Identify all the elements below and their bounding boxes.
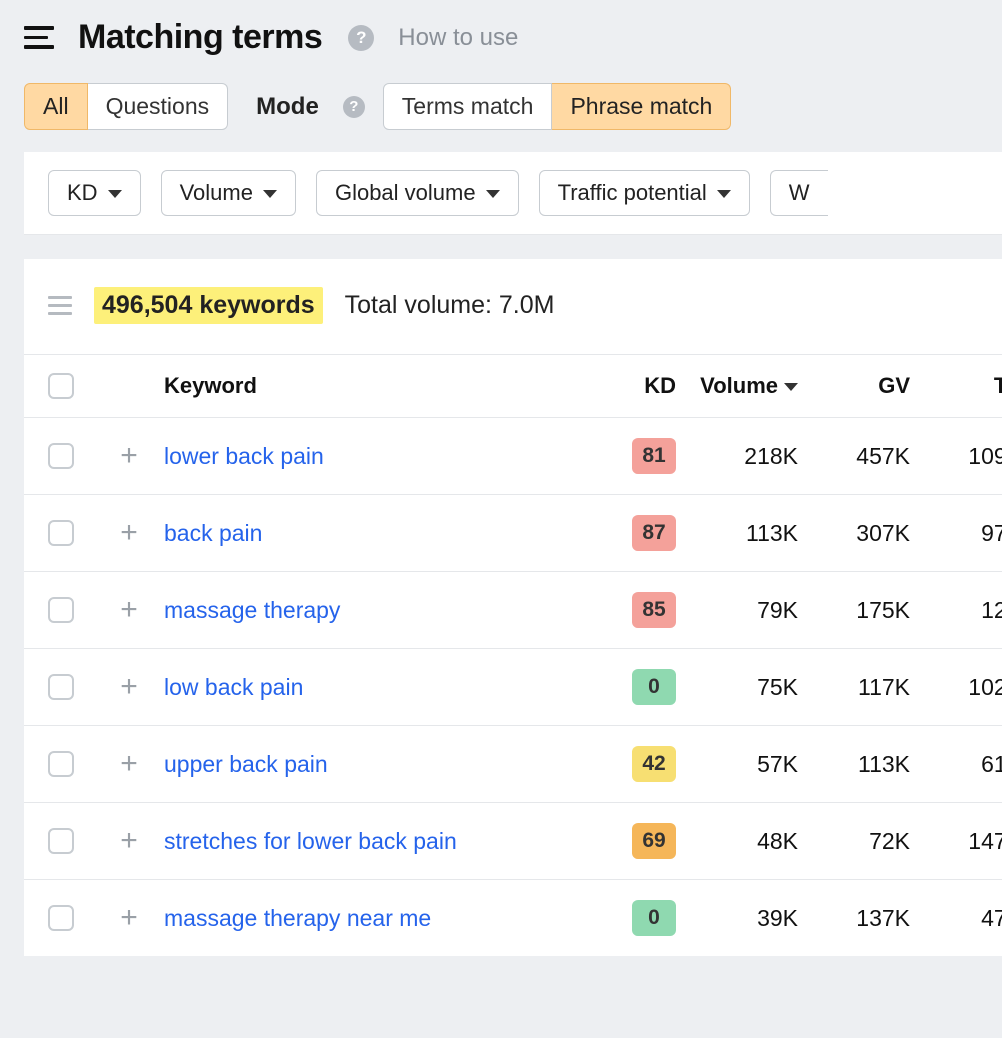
gv-value: 457K — [810, 443, 910, 470]
select-all-checkbox[interactable] — [48, 373, 74, 399]
kd-badge: 87 — [632, 515, 676, 551]
volume-value: 39K — [688, 905, 798, 932]
keyword-link[interactable]: stretches for lower back pain — [164, 828, 584, 855]
table-row: + low back pain 0 75K 117K 102K — [24, 649, 1002, 726]
table-row: + back pain 87 113K 307K 97K — [24, 495, 1002, 572]
caret-down-icon — [717, 190, 731, 198]
keyword-link[interactable]: massage therapy — [164, 597, 584, 624]
filter-extra-label: W — [789, 181, 810, 205]
mode-phrase-match[interactable]: Phrase match — [552, 83, 731, 130]
filter-traffic-potential-label: Traffic potential — [558, 181, 707, 205]
list-settings-icon[interactable] — [48, 296, 72, 315]
volume-value: 218K — [688, 443, 798, 470]
mode-tabs: Terms match Phrase match — [383, 83, 732, 130]
row-checkbox[interactable] — [48, 520, 74, 546]
table-header: Keyword KD Volume GV TP — [24, 354, 1002, 418]
keyword-link[interactable]: massage therapy near me — [164, 905, 584, 932]
kd-badge: 42 — [632, 746, 676, 782]
row-checkbox[interactable] — [48, 443, 74, 469]
filter-extra[interactable]: W — [770, 170, 828, 216]
total-volume-label: Total volume: 7.0M — [345, 291, 555, 320]
col-gv[interactable]: GV — [810, 373, 910, 399]
kd-badge: 81 — [632, 438, 676, 474]
expand-icon[interactable]: + — [106, 903, 152, 933]
volume-value: 48K — [688, 828, 798, 855]
table-row: + massage therapy 85 79K 175K 12K — [24, 572, 1002, 649]
tp-value: 147K — [922, 828, 1002, 855]
tp-value: 109K — [922, 443, 1002, 470]
caret-down-icon — [108, 190, 122, 198]
row-checkbox[interactable] — [48, 905, 74, 931]
caret-down-icon — [486, 190, 500, 198]
gv-value: 72K — [810, 828, 910, 855]
page-title: Matching terms — [78, 18, 322, 57]
volume-value: 79K — [688, 597, 798, 624]
table-row: + upper back pain 42 57K 113K 61K — [24, 726, 1002, 803]
row-checkbox[interactable] — [48, 597, 74, 623]
table-row: + stretches for lower back pain 69 48K 7… — [24, 803, 1002, 880]
filter-bar: KD Volume Global volume Traffic potentia… — [24, 152, 1002, 235]
help-icon[interactable]: ? — [348, 25, 374, 51]
how-to-use-link[interactable]: How to use — [398, 24, 518, 52]
tp-value: 47K — [922, 905, 1002, 932]
keyword-link[interactable]: low back pain — [164, 674, 584, 701]
table-row: + massage therapy near me 0 39K 137K 47K — [24, 880, 1002, 956]
expand-icon[interactable]: + — [106, 595, 152, 625]
gv-value: 137K — [810, 905, 910, 932]
filter-kd[interactable]: KD — [48, 170, 141, 216]
row-checkbox[interactable] — [48, 674, 74, 700]
keyword-link[interactable]: lower back pain — [164, 443, 584, 470]
col-kd[interactable]: KD — [596, 373, 676, 399]
tab-questions[interactable]: Questions — [88, 83, 229, 130]
volume-value: 57K — [688, 751, 798, 778]
col-volume-label: Volume — [700, 373, 778, 399]
table-row: + lower back pain 81 218K 457K 109K — [24, 418, 1002, 495]
expand-icon[interactable]: + — [106, 672, 152, 702]
filter-traffic-potential[interactable]: Traffic potential — [539, 170, 750, 216]
tp-value: 97K — [922, 520, 1002, 547]
keyword-type-tabs: All Questions — [24, 83, 228, 130]
kd-badge: 69 — [632, 823, 676, 859]
expand-icon[interactable]: + — [106, 826, 152, 856]
mode-label: Mode — [256, 93, 319, 121]
caret-down-icon — [263, 190, 277, 198]
expand-icon[interactable]: + — [106, 441, 152, 471]
tab-all[interactable]: All — [24, 83, 88, 130]
mode-help-icon[interactable]: ? — [343, 96, 365, 118]
kd-badge: 85 — [632, 592, 676, 628]
filter-global-volume-label: Global volume — [335, 181, 476, 205]
gv-value: 117K — [810, 674, 910, 701]
filter-global-volume[interactable]: Global volume — [316, 170, 519, 216]
gv-value: 307K — [810, 520, 910, 547]
tp-value: 102K — [922, 674, 1002, 701]
tp-value: 12K — [922, 597, 1002, 624]
volume-value: 113K — [688, 520, 798, 547]
mode-terms-match[interactable]: Terms match — [383, 83, 553, 130]
keyword-count-badge: 496,504 keywords — [94, 287, 323, 324]
row-checkbox[interactable] — [48, 751, 74, 777]
filter-kd-label: KD — [67, 181, 98, 205]
keywords-table: Keyword KD Volume GV TP + lower back pai… — [24, 354, 1002, 956]
col-volume[interactable]: Volume — [688, 373, 798, 399]
menu-icon[interactable] — [24, 23, 54, 53]
filter-volume-label: Volume — [180, 181, 253, 205]
expand-icon[interactable]: + — [106, 749, 152, 779]
col-tp[interactable]: TP — [922, 373, 1002, 399]
kd-badge: 0 — [632, 900, 676, 936]
gv-value: 113K — [810, 751, 910, 778]
keyword-link[interactable]: upper back pain — [164, 751, 584, 778]
col-keyword[interactable]: Keyword — [164, 373, 584, 399]
sort-desc-icon — [784, 383, 798, 391]
expand-icon[interactable]: + — [106, 518, 152, 548]
volume-value: 75K — [688, 674, 798, 701]
results-panel: 496,504 keywords Total volume: 7.0M Keyw… — [24, 259, 1002, 956]
kd-badge: 0 — [632, 669, 676, 705]
keyword-link[interactable]: back pain — [164, 520, 584, 547]
gv-value: 175K — [810, 597, 910, 624]
row-checkbox[interactable] — [48, 828, 74, 854]
tp-value: 61K — [922, 751, 1002, 778]
filter-volume[interactable]: Volume — [161, 170, 296, 216]
